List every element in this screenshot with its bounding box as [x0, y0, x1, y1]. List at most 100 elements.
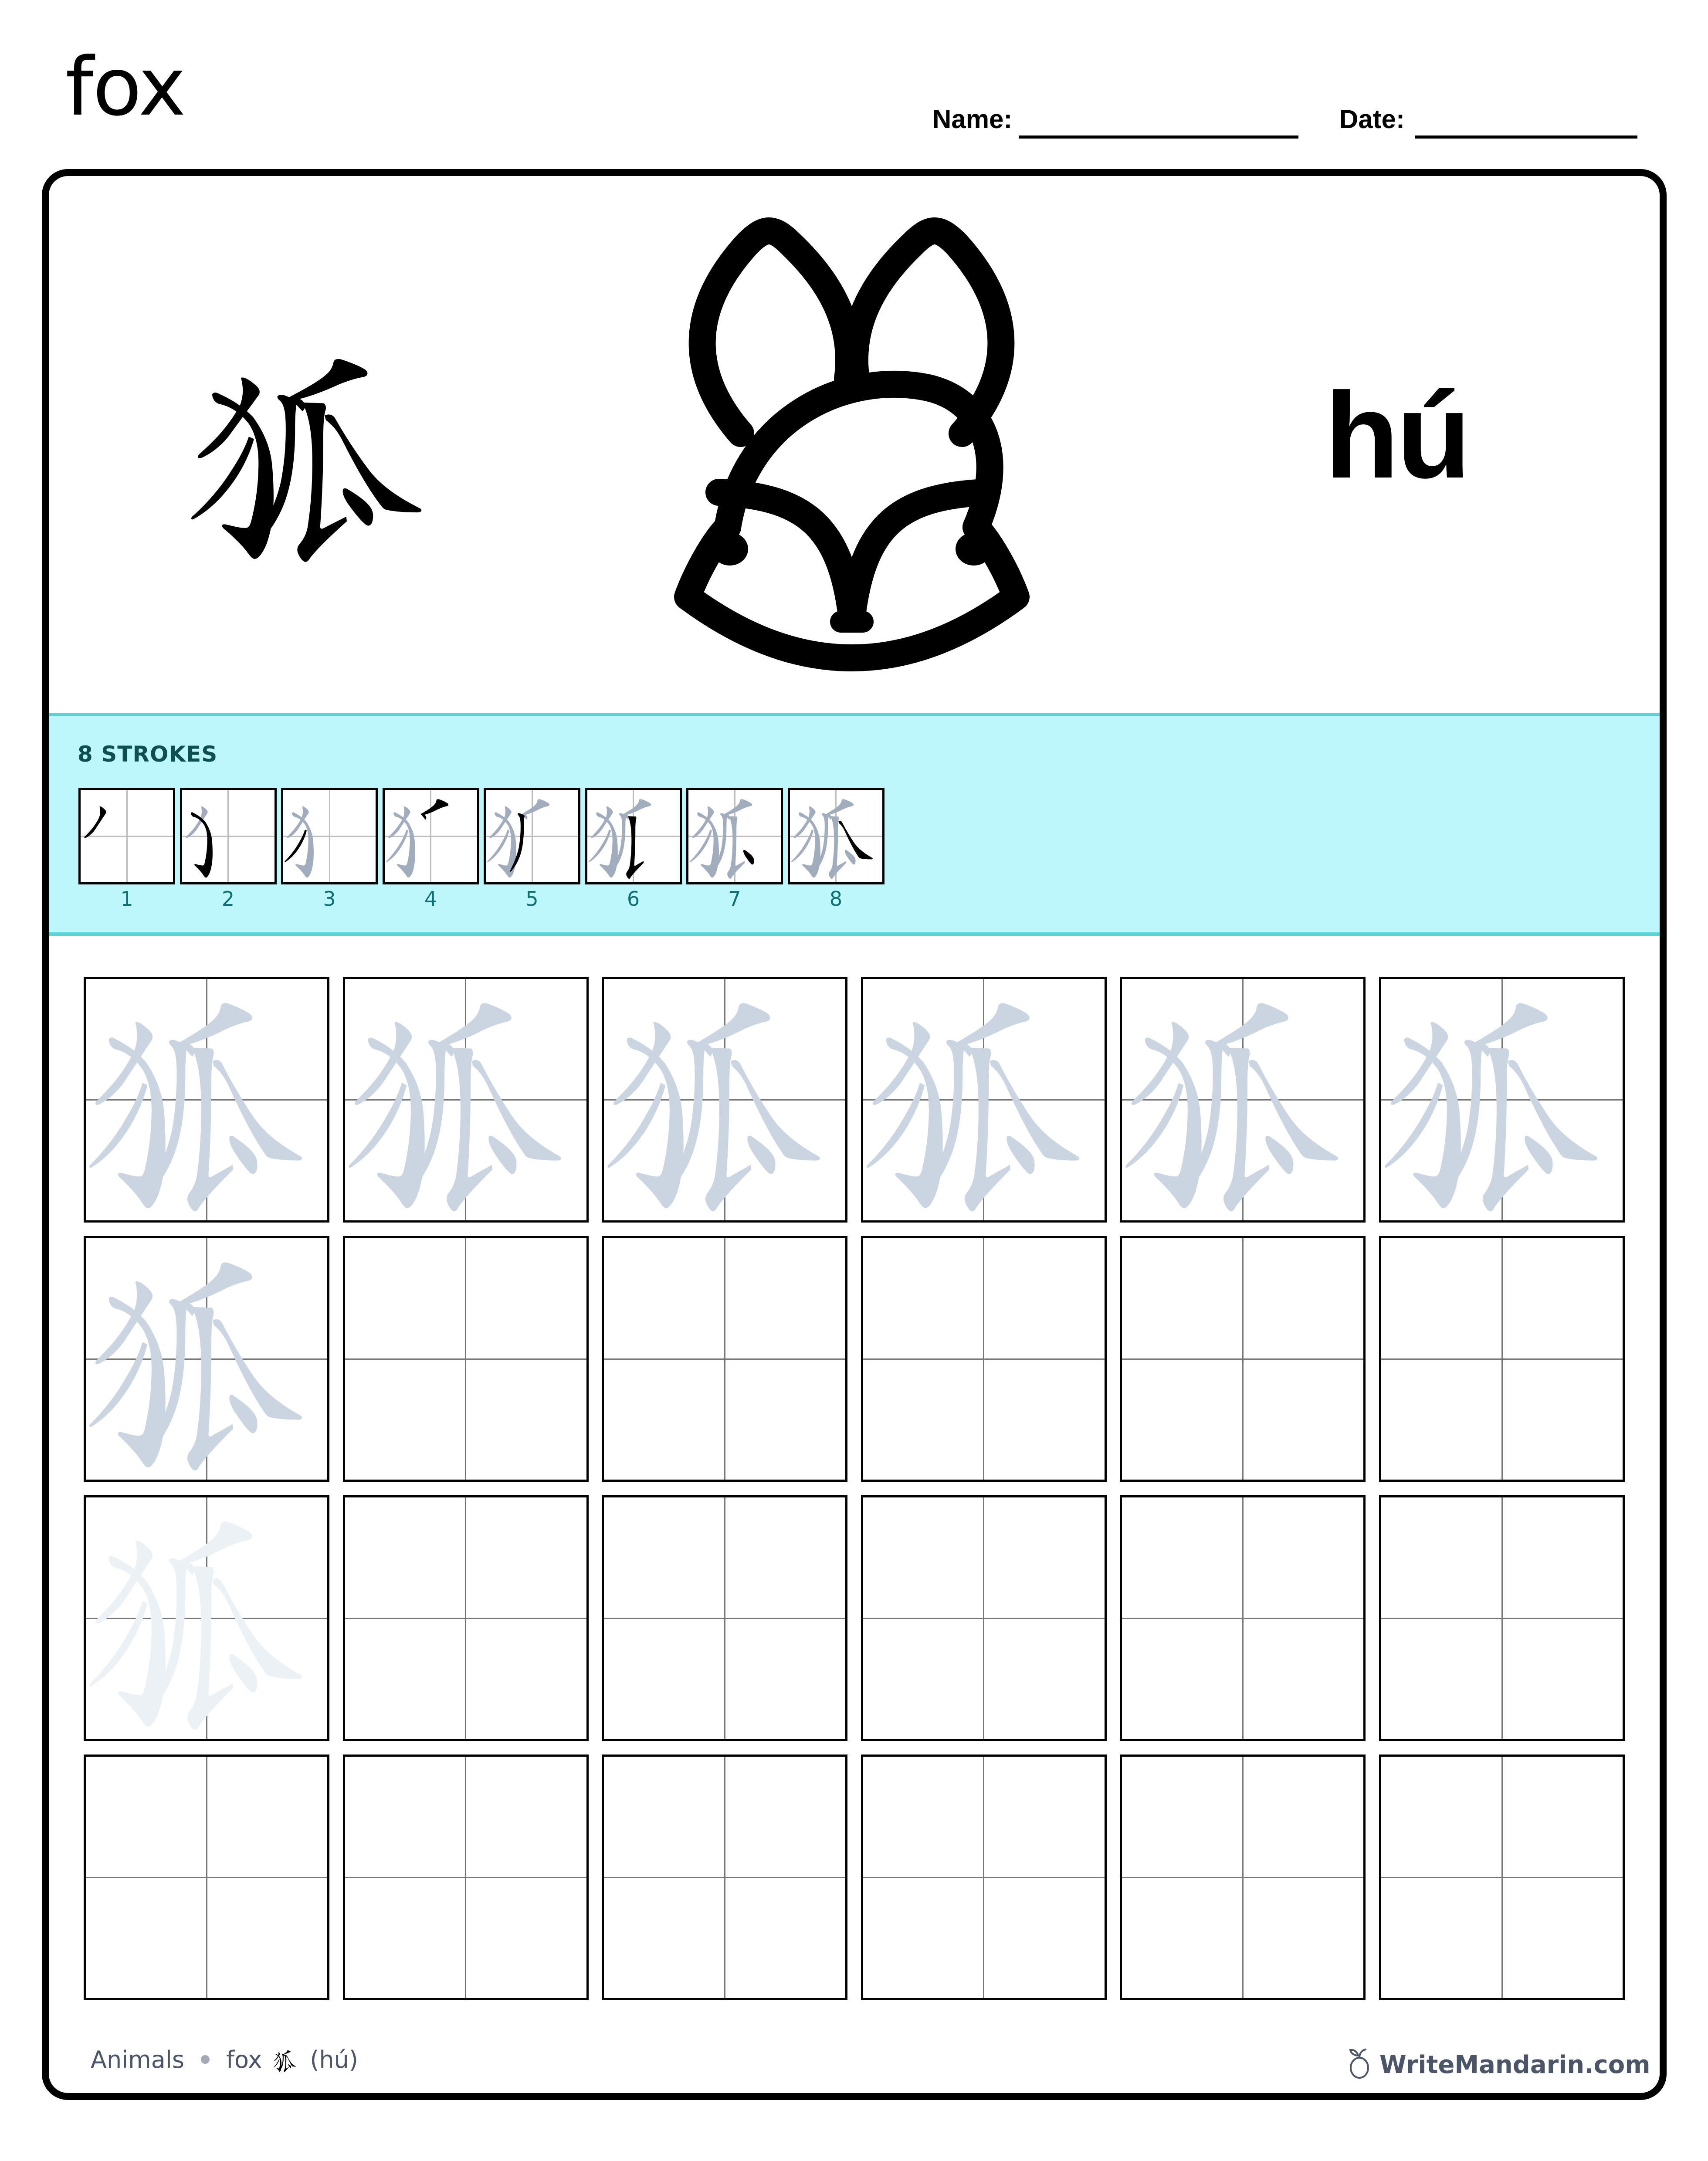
practice-cell[interactable] [342, 1236, 589, 1482]
trace-character [348, 1003, 561, 1212]
stroke-step-glyph [185, 806, 213, 878]
grid-line-vertical [724, 1497, 725, 1739]
character-stroke-8 [731, 1060, 820, 1161]
grid-line-vertical [1501, 1238, 1503, 1480]
grid-line-vertical [1242, 1497, 1244, 1739]
grid-line-vertical [206, 1757, 207, 1998]
previous-stroke [292, 812, 314, 878]
separator-dot [201, 2055, 210, 2064]
stroke-step-number: 4 [424, 887, 437, 911]
character-stroke-7 [342, 488, 373, 526]
practice-cell[interactable] [1120, 1755, 1366, 2000]
fox-mask [705, 479, 998, 632]
character-stroke-7 [229, 1135, 258, 1174]
stroke-step-7 [686, 788, 783, 884]
character-stroke-4 [180, 1262, 252, 1316]
character-stroke-8 [212, 1578, 302, 1679]
current-stroke [285, 830, 307, 862]
grid-line-vertical [983, 1757, 985, 1998]
practice-cell[interactable] [84, 1495, 329, 1741]
practice-cell[interactable] [1120, 1236, 1366, 1482]
practice-cell[interactable] [861, 1755, 1107, 2000]
previous-stroke [690, 830, 712, 862]
character-stroke-3 [191, 437, 254, 520]
stroke-step-5 [484, 788, 580, 884]
previous-stroke [588, 830, 611, 862]
practice-cell[interactable] [84, 977, 329, 1223]
character-stroke-8 [325, 414, 422, 513]
character-stroke-3 [607, 1083, 666, 1168]
date-field[interactable] [1415, 135, 1637, 139]
character-stroke-7 [1265, 1135, 1294, 1174]
practice-cell[interactable] [1379, 1755, 1625, 2000]
name-field[interactable] [1019, 135, 1298, 139]
grid-line-vertical [1501, 1497, 1503, 1739]
fox-face-icon [674, 217, 1030, 671]
previous-stroke [844, 850, 856, 865]
practice-cell[interactable] [1120, 1495, 1366, 1741]
character-stroke-8 [471, 1060, 561, 1161]
stroke-step-2 [180, 788, 277, 884]
stroke-step-3 [281, 788, 378, 884]
practice-cell[interactable] [1379, 1236, 1625, 1482]
practice-cell[interactable] [1379, 1495, 1625, 1741]
previous-stroke [791, 830, 813, 862]
character-stroke-7 [229, 1654, 258, 1693]
previous-stroke [393, 812, 415, 878]
fox-right-eye [956, 532, 992, 566]
practice-cell[interactable] [342, 1755, 589, 2000]
previous-stroke [724, 799, 752, 820]
character-stroke-7 [288, 2064, 291, 2068]
previous-stroke [522, 799, 550, 820]
character-stroke-4 [957, 1003, 1030, 1057]
character-stroke-8 [990, 1060, 1079, 1161]
faint-trace-character [89, 1521, 302, 1730]
plum-icon [1349, 2049, 1369, 2079]
character-stroke-7 [1525, 1135, 1553, 1174]
fox-nose [830, 611, 874, 633]
footer-word: fox [226, 2046, 262, 2073]
practice-cell[interactable] [861, 1495, 1107, 1741]
character-stroke-4 [1475, 1003, 1548, 1057]
practice-cell[interactable] [342, 977, 589, 1223]
stroke-step-4 [382, 788, 479, 884]
current-stroke [190, 812, 213, 878]
stroke-step-number: 5 [525, 887, 539, 911]
character-stroke-3 [89, 1083, 148, 1168]
current-stroke [743, 850, 754, 865]
character-stroke-3 [274, 2058, 280, 2068]
character-stroke-4 [439, 1003, 512, 1057]
stroke-step-number: 1 [120, 887, 133, 911]
grid-line-vertical [724, 1238, 725, 1480]
brand-link[interactable]: WriteMandarin.com [1346, 2048, 1650, 2079]
trace-character [1385, 1003, 1598, 1212]
character-stroke-7 [1006, 1135, 1035, 1174]
grid-line-vertical [983, 1497, 985, 1739]
trace-character [89, 1003, 302, 1212]
practice-cell[interactable] [84, 1236, 329, 1482]
practice-cell[interactable] [342, 1495, 589, 1741]
trace-character [1125, 1003, 1339, 1212]
grid-line-vertical [1242, 1238, 1244, 1480]
practice-cell[interactable] [602, 1495, 848, 1741]
practice-cell[interactable] [602, 1236, 848, 1482]
practice-cell[interactable] [861, 1236, 1107, 1482]
pinyin: hú [1325, 368, 1471, 504]
trace-character [867, 1003, 1079, 1212]
character-stroke-4 [289, 359, 368, 411]
practice-cell[interactable] [602, 1755, 848, 2000]
practice-cell[interactable] [84, 1755, 329, 2000]
practice-cell[interactable] [1120, 977, 1366, 1223]
character-stroke-4 [283, 2050, 291, 2056]
stroke-step-number: 2 [221, 887, 235, 911]
practice-cell[interactable] [1379, 977, 1625, 1223]
character-stroke-8 [212, 1060, 302, 1161]
character-stroke-3 [348, 1083, 407, 1168]
brand-name: WriteMandarin.com [1379, 2051, 1650, 2079]
grid-line-vertical [1242, 1757, 1244, 1998]
practice-cell[interactable] [602, 977, 848, 1223]
previous-stroke [826, 799, 854, 820]
practice-cell[interactable] [861, 977, 1107, 1223]
previous-stroke [487, 830, 510, 862]
stroke-step-number: 3 [323, 887, 336, 911]
